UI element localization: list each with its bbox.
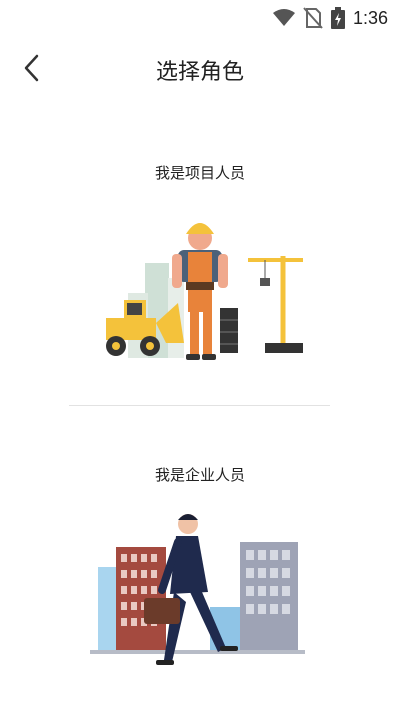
businessman-illustration [90, 514, 305, 665]
divider [69, 405, 330, 406]
role-card-project[interactable]: 我是项目人员 [40, 150, 360, 380]
wifi-icon [272, 9, 295, 26]
role-label-project: 我是项目人员 [154, 164, 245, 182]
battery-charging-icon [330, 7, 345, 29]
role-label-enterprise: 我是企业人员 [154, 466, 245, 484]
role-card-enterprise[interactable]: 我是企业人员 [40, 452, 360, 692]
status-icons: 1:36 [272, 6, 388, 30]
no-sim-icon [303, 7, 323, 29]
construction-worker-illustration [106, 223, 303, 360]
status-time: 1:36 [352, 7, 388, 28]
status-bar: 1:36 [0, 0, 400, 36]
page-title: 选择角色 [155, 60, 244, 85]
header: 选择角色 [0, 44, 400, 94]
